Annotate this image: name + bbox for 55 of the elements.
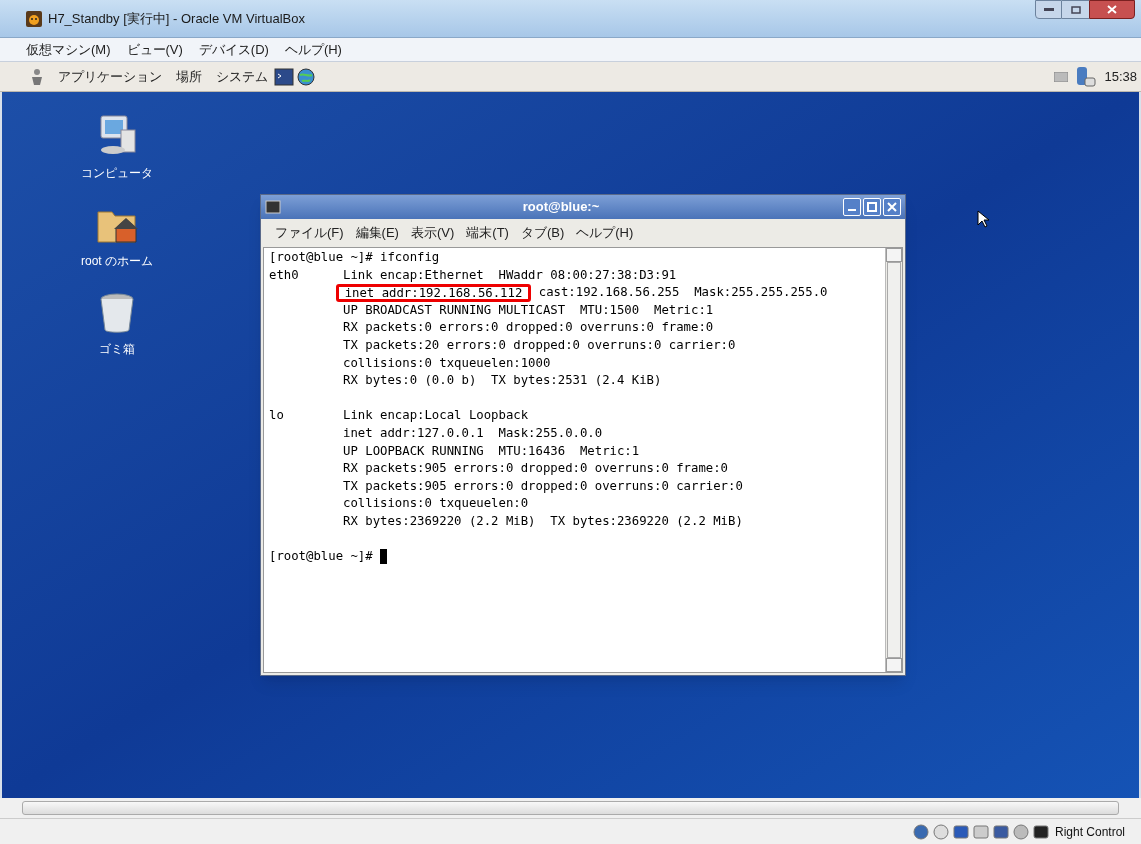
- terminal-icon: [265, 200, 281, 214]
- terminal-line: lo Link encap:Local Loopback: [269, 407, 529, 425]
- host-key-label: Right Control: [1054, 823, 1125, 841]
- minimize-icon: [848, 209, 856, 211]
- desktop-icon-label[interactable]: ゴミ箱: [99, 340, 135, 358]
- terminal-menu-item[interactable]: ファイル(F): [275, 223, 344, 243]
- minimize-icon: [1043, 7, 1054, 12]
- trash-icon[interactable]: [98, 292, 136, 334]
- text-cursor: [380, 549, 388, 565]
- terminal-menu-item[interactable]: 端末(T): [466, 223, 509, 243]
- panel-menu[interactable]: 場所: [176, 66, 202, 87]
- panel-menu[interactable]: アプリケーション: [58, 66, 162, 87]
- terminal-line: RX packets:0 errors:0 dropped:0 overruns:0 frame:0: [342, 319, 714, 337]
- window-title: H7_Standby [実行中] - Oracle VM VirtualBox: [48, 9, 305, 28]
- terminal-line: UP BROADCAST RUNNING MULTICAST MTU:1500 Metric:1: [342, 301, 714, 319]
- terminal-line: inet addr:127.0.0.1 Mask:255.0.0.0: [342, 424, 603, 442]
- clock: 15:38: [1104, 67, 1137, 86]
- terminal-line: [root@blue ~]# ifconfig: [269, 249, 440, 266]
- terminal-title: root@blue:~: [521, 198, 601, 217]
- mouse-pointer-icon: [977, 210, 989, 228]
- desktop-icon-label[interactable]: root のホーム: [81, 252, 153, 270]
- terminal-menu-item[interactable]: タブ(B): [520, 223, 565, 243]
- terminal-launcher-icon[interactable]: [274, 67, 294, 86]
- terminal-line: collisions:0 txqueuelen:0: [342, 495, 529, 513]
- close-button[interactable]: [1089, 0, 1135, 19]
- terminal-menu-item[interactable]: ヘルプ(H): [576, 223, 634, 243]
- globe-icon[interactable]: [296, 66, 316, 87]
- menu-item[interactable]: 仮想マシン(M): [26, 39, 111, 60]
- desktop-icon-label[interactable]: コンピュータ: [81, 164, 153, 182]
- terminal-line: TX packets:20 errors:0 dropped:0 overruns:0 carrier:0: [342, 336, 736, 354]
- menu-item[interactable]: ビュー(V): [126, 39, 183, 60]
- terminal-line: RX bytes:2369220 (2.2 MiB) TX bytes:2369220 (2.2 MiB): [342, 512, 743, 530]
- terminal-menu-item[interactable]: 表示(V): [410, 223, 455, 243]
- maximize-button[interactable]: [1062, 0, 1089, 19]
- panel-menu[interactable]: システム: [216, 66, 268, 87]
- app-icon: [26, 10, 42, 27]
- terminal-menu-item[interactable]: 編集(E): [355, 223, 399, 243]
- terminal-line: TX packets:905 errors:0 dropped:0 overruns:0 carrier:0: [342, 477, 743, 495]
- highlight-box: inet addr:192.168.56.112: [335, 284, 532, 302]
- close-icon: [1107, 5, 1117, 14]
- minimize-button[interactable]: [1035, 0, 1062, 19]
- terminal-line: RX packets:905 errors:0 dropped:0 overruns:0 frame:0: [342, 460, 728, 478]
- menu-item[interactable]: デバイス(D): [198, 39, 269, 60]
- maximize-icon: [867, 202, 877, 212]
- horizontal-scrollbar[interactable]: [0, 798, 1141, 818]
- maximize-icon: [1070, 5, 1081, 14]
- menu-item[interactable]: ヘルプ(H): [284, 39, 342, 60]
- terminal-line: UP LOOPBACK RUNNING MTU:16436 Metric:1: [342, 442, 640, 460]
- close-icon: [887, 202, 897, 212]
- terminal-line: cast:192.168.56.255 Mask:255.255.255.0: [537, 284, 828, 302]
- terminal-line: collisions:0 txqueuelen:1000: [342, 354, 551, 372]
- terminal-line: RX bytes:0 (0.0 b) TX bytes:2531 (2.4 KiB): [342, 372, 662, 390]
- terminal-line: [root@blue ~]#: [269, 548, 374, 566]
- terminal-line: eth0 Link encap:Ethernet HWaddr 08:00:27:38:D3:91: [269, 266, 677, 284]
- vertical-scrollbar[interactable]: [885, 248, 902, 672]
